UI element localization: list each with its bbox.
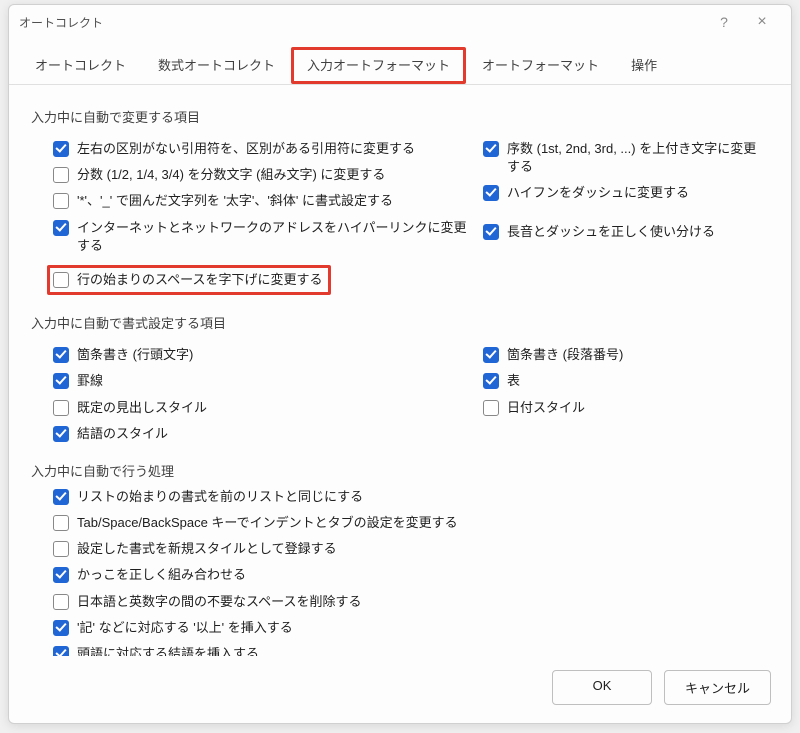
- cancel-button[interactable]: キャンセル: [664, 670, 771, 705]
- help-button[interactable]: ?: [705, 14, 743, 30]
- section2-label: 入力中に自動で書式設定する項目: [31, 313, 769, 332]
- chk-tab-space-backspace-indent[interactable]: Tab/Space/BackSpace キーでインデントとタブの設定を変更する: [53, 514, 769, 532]
- ok-button[interactable]: OK: [552, 670, 652, 705]
- checkbox-label: Tab/Space/BackSpace キーでインデントとタブの設定を変更する: [77, 514, 458, 532]
- checkbox-label: ハイフンをダッシュに変更する: [507, 184, 689, 202]
- tab-autoformat-as-you-type[interactable]: 入力オートフォーマット: [291, 47, 466, 84]
- chk-indent-spaces[interactable]: 行の始まりのスペースを字下げに変更する: [53, 271, 322, 289]
- checkbox-label: 表: [507, 372, 520, 390]
- checkbox-label: 左右の区別がない引用符を、区別がある引用符に変更する: [77, 140, 415, 158]
- checkbox-label: 行の始まりのスペースを字下げに変更する: [77, 271, 322, 289]
- checkbox-label: かっこを正しく組み合わせる: [77, 566, 246, 584]
- tab-autoformat[interactable]: オートフォーマット: [466, 47, 615, 84]
- titlebar: オートコレクト ? ×: [9, 5, 791, 39]
- chk-numbered-list[interactable]: 箇条書き (段落番号): [483, 346, 769, 364]
- checkbox-label: 設定した書式を新規スタイルとして登録する: [77, 540, 337, 558]
- checkbox-label: インターネットとネットワークのアドレスをハイパーリンクに変更する: [77, 219, 473, 255]
- chk-tables[interactable]: 表: [483, 372, 769, 390]
- checkbox-label: '*'、'_' で囲んだ文字列を '太字'、'斜体' に書式設定する: [77, 192, 393, 210]
- dialog-footer: OK キャンセル: [9, 656, 791, 723]
- checkbox[interactable]: [483, 373, 499, 389]
- tab-bar: オートコレクト 数式オートコレクト 入力オートフォーマット オートフォーマット …: [9, 43, 791, 85]
- chk-fractions[interactable]: 分数 (1/2, 1/4, 3/4) を分数文字 (組み文字) に変更する: [53, 166, 473, 184]
- checkbox-label: リストの始まりの書式を前のリストと同じにする: [77, 488, 363, 506]
- checkbox[interactable]: [483, 400, 499, 416]
- chk-smart-quotes[interactable]: 左右の区別がない引用符を、区別がある引用符に変更する: [53, 140, 473, 158]
- checkbox-label: 箇条書き (行頭文字): [77, 346, 193, 364]
- chk-match-parentheses[interactable]: かっこを正しく組み合わせる: [53, 566, 769, 584]
- checkbox[interactable]: [53, 620, 69, 636]
- chk-insert-ijo[interactable]: '記' などに対応する '以上' を挿入する: [53, 619, 769, 637]
- checkbox[interactable]: [53, 426, 69, 442]
- chk-format-list-like-previous[interactable]: リストの始まりの書式を前のリストと同じにする: [53, 488, 769, 506]
- checkbox[interactable]: [53, 141, 69, 157]
- tab-content: 入力中に自動で変更する項目 左右の区別がない引用符を、区別がある引用符に変更する…: [9, 85, 791, 656]
- chk-bold-italic[interactable]: '*'、'_' で囲んだ文字列を '太字'、'斜体' に書式設定する: [53, 192, 473, 210]
- checkbox-label: 頭語に対応する結語を挿入する: [77, 645, 259, 656]
- chk-long-sound-dash[interactable]: 長音とダッシュを正しく使い分ける: [483, 223, 769, 241]
- checkbox[interactable]: [483, 185, 499, 201]
- chk-border-lines[interactable]: 罫線: [53, 372, 473, 390]
- checkbox[interactable]: [53, 646, 69, 656]
- tab-actions[interactable]: 操作: [615, 47, 673, 84]
- checkbox-label: 長音とダッシュを正しく使い分ける: [507, 223, 715, 241]
- checkbox-label: 日付スタイル: [507, 399, 585, 417]
- chk-closing-style[interactable]: 結語のスタイル: [53, 425, 473, 443]
- chk-date-style[interactable]: 日付スタイル: [483, 399, 769, 417]
- checkbox-label: '記' などに対応する '以上' を挿入する: [77, 619, 293, 637]
- checkbox[interactable]: [53, 167, 69, 183]
- section3-label: 入力中に自動で行う処理: [31, 461, 769, 480]
- chk-ordinals[interactable]: 序数 (1st, 2nd, 3rd, ...) を上付き文字に変更する: [483, 140, 769, 176]
- dialog-title: オートコレクト: [19, 14, 705, 31]
- checkbox[interactable]: [53, 489, 69, 505]
- checkbox[interactable]: [53, 515, 69, 531]
- checkbox[interactable]: [53, 594, 69, 610]
- chk-insert-closing-phrase[interactable]: 頭語に対応する結語を挿入する: [53, 645, 769, 656]
- checkbox[interactable]: [53, 567, 69, 583]
- checkbox-label: 罫線: [77, 372, 103, 390]
- checkbox[interactable]: [53, 373, 69, 389]
- checkbox[interactable]: [53, 272, 69, 288]
- checkbox-label: 序数 (1st, 2nd, 3rd, ...) を上付き文字に変更する: [507, 140, 769, 176]
- checkbox[interactable]: [53, 220, 69, 236]
- tab-autocorrect[interactable]: オートコレクト: [19, 47, 142, 84]
- tab-math-autocorrect[interactable]: 数式オートコレクト: [142, 47, 291, 84]
- checkbox[interactable]: [53, 347, 69, 363]
- checkbox[interactable]: [483, 141, 499, 157]
- checkbox[interactable]: [483, 224, 499, 240]
- checkbox-label: 箇条書き (段落番号): [507, 346, 623, 364]
- checkbox-label: 既定の見出しスタイル: [77, 399, 207, 417]
- chk-define-styles[interactable]: 設定した書式を新規スタイルとして登録する: [53, 540, 769, 558]
- chk-hyperlinks[interactable]: インターネットとネットワークのアドレスをハイパーリンクに変更する: [53, 219, 473, 255]
- section1-label: 入力中に自動で変更する項目: [31, 107, 769, 126]
- checkbox-label: 分数 (1/2, 1/4, 3/4) を分数文字 (組み文字) に変更する: [77, 166, 385, 184]
- close-button[interactable]: ×: [743, 14, 781, 30]
- chk-hyphen-dash[interactable]: ハイフンをダッシュに変更する: [483, 184, 769, 202]
- highlighted-option: 行の始まりのスペースを字下げに変更する: [47, 265, 331, 295]
- checkbox[interactable]: [53, 541, 69, 557]
- checkbox[interactable]: [53, 400, 69, 416]
- checkbox[interactable]: [483, 347, 499, 363]
- chk-heading-styles[interactable]: 既定の見出しスタイル: [53, 399, 473, 417]
- chk-bullet-list[interactable]: 箇条書き (行頭文字): [53, 346, 473, 364]
- chk-delete-jp-en-spaces[interactable]: 日本語と英数字の間の不要なスペースを削除する: [53, 593, 769, 611]
- checkbox-label: 日本語と英数字の間の不要なスペースを削除する: [77, 593, 361, 611]
- autocorrect-dialog: オートコレクト ? × オートコレクト 数式オートコレクト 入力オートフォーマッ…: [8, 4, 792, 724]
- checkbox-label: 結語のスタイル: [77, 425, 168, 443]
- checkbox[interactable]: [53, 193, 69, 209]
